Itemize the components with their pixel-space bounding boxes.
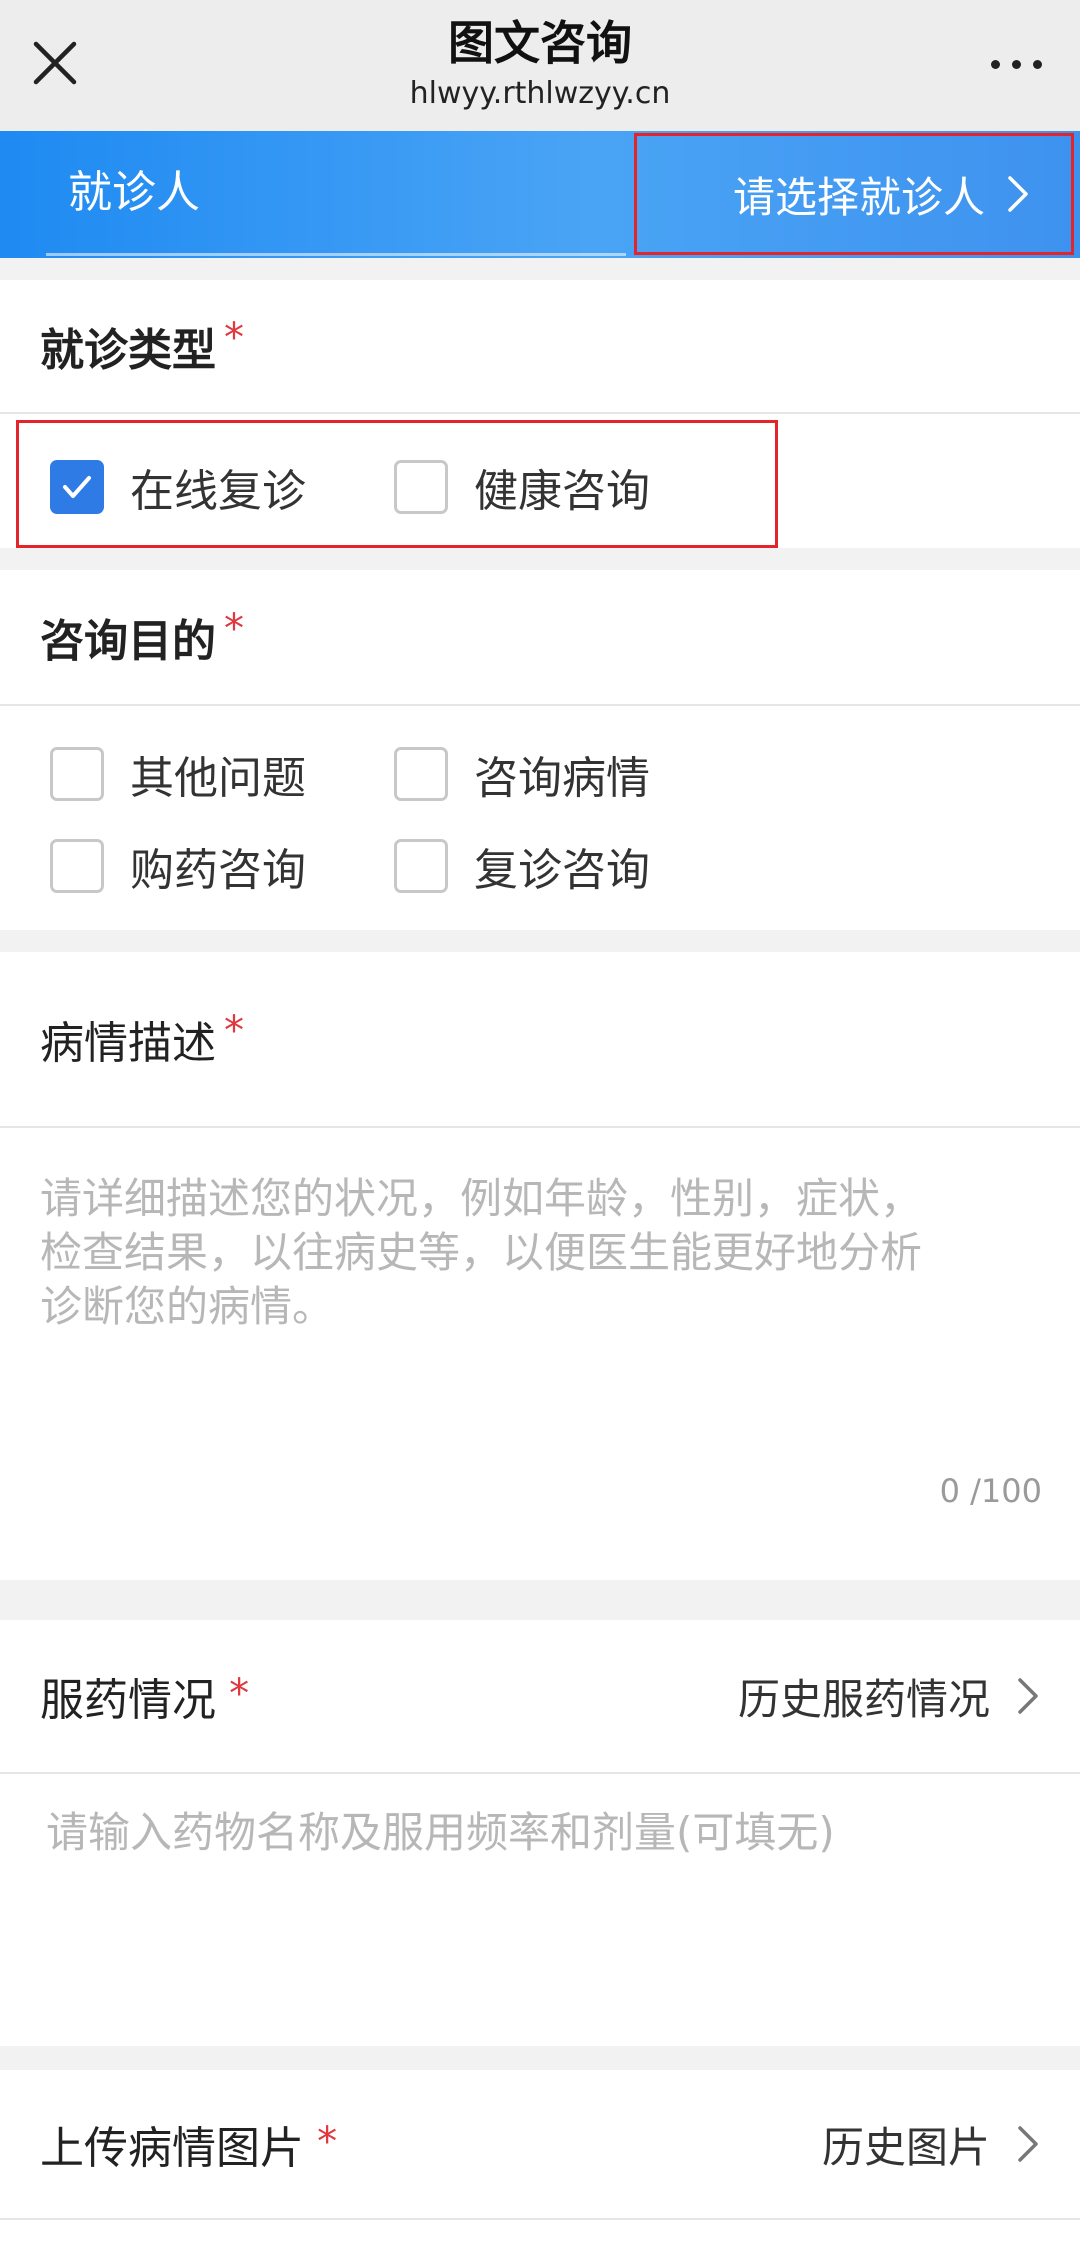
visit-type-section: 就诊类型 * 在线复诊 健康咨询 bbox=[0, 280, 1080, 548]
medication-title: 服药情况 bbox=[40, 1675, 216, 1726]
image-history-link[interactable]: 历史图片 bbox=[822, 2114, 1040, 2175]
option-label: 健康咨询 bbox=[474, 466, 650, 517]
purpose-option-revisit[interactable]: 复诊咨询 bbox=[394, 834, 650, 898]
page-title: 图文咨询 bbox=[448, 16, 632, 70]
checkbox[interactable] bbox=[394, 460, 448, 514]
medication-placeholder: 请输入药物名称及服用频率和剂量(可填无) bbox=[46, 1808, 835, 1857]
checkbox[interactable] bbox=[50, 460, 104, 514]
upload-title: 上传病情图片 bbox=[40, 2123, 304, 2174]
check-icon bbox=[63, 476, 91, 498]
purpose-title: 咨询目的 bbox=[40, 616, 216, 667]
description-textarea[interactable]: 请详细描述您的状况，例如年龄，性别，症状， 检查结果，以往病史等，以便医生能更好… bbox=[40, 1172, 1050, 1334]
upload-section: 上传病情图片 * 历史图片 bbox=[0, 2070, 1080, 2260]
description-section: 病情描述 * 请详细描述您的状况，例如年龄，性别，症状， 检查结果，以往病史等，… bbox=[0, 952, 1080, 1580]
required-star: * bbox=[229, 1671, 250, 1717]
purpose-option-medicine[interactable]: 购药咨询 bbox=[50, 834, 306, 898]
medication-section: 服药情况 * 历史服药情况 请输入药物名称及服用频率和剂量(可填无) bbox=[0, 1620, 1080, 2046]
checkbox[interactable] bbox=[50, 839, 104, 893]
option-label: 购药咨询 bbox=[130, 845, 306, 896]
description-title: 病情描述 bbox=[40, 1018, 216, 1069]
character-counter: 0 /100 bbox=[939, 1472, 1042, 1510]
description-placeholder: 诊断您的病情。 bbox=[40, 1282, 335, 1331]
chevron-right-icon bbox=[1018, 2126, 1038, 2162]
description-placeholder: 检查结果，以往病史等，以便医生能更好地分析 bbox=[40, 1228, 923, 1277]
title-block: 图文咨询 hlwyy.rthlwzyy.cn bbox=[0, 14, 1080, 114]
chevron-right-icon bbox=[1008, 176, 1028, 212]
description-placeholder: 请详细描述您的状况，例如年龄，性别，症状， bbox=[40, 1174, 923, 1223]
required-star: * bbox=[224, 1008, 244, 1054]
patient-bar: 就诊人 请选择就诊人 bbox=[0, 131, 1080, 258]
required-star: * bbox=[317, 2119, 338, 2165]
required-star: * bbox=[224, 606, 244, 652]
medication-history-text: 历史服药情况 bbox=[737, 1674, 990, 1724]
visit-type-option-online[interactable]: 在线复诊 bbox=[50, 455, 306, 519]
page-url: hlwyy.rthlwzyy.cn bbox=[409, 76, 671, 111]
option-label: 复诊咨询 bbox=[474, 845, 650, 896]
required-star: * bbox=[224, 315, 244, 361]
visit-type-option-health[interactable]: 健康咨询 bbox=[394, 455, 650, 519]
more-button[interactable] bbox=[976, 36, 1056, 92]
patient-label: 就诊人 bbox=[68, 167, 200, 218]
purpose-option-condition[interactable]: 咨询病情 bbox=[394, 742, 650, 806]
option-label: 咨询病情 bbox=[474, 753, 650, 804]
medication-history-link[interactable]: 历史服药情况 bbox=[738, 1666, 1040, 1727]
option-label: 在线复诊 bbox=[130, 466, 306, 517]
more-dot-icon bbox=[1011, 59, 1021, 69]
purpose-section: 咨询目的 * 其他问题 咨询病情 购药咨询 复诊咨询 bbox=[0, 570, 1080, 930]
checkbox[interactable] bbox=[394, 747, 448, 801]
visit-type-title: 就诊类型 bbox=[40, 325, 216, 376]
more-dot-icon bbox=[1032, 59, 1042, 69]
select-patient-button[interactable]: 请选择就诊人 bbox=[634, 133, 1074, 255]
medication-textarea[interactable]: 请输入药物名称及服用频率和剂量(可填无) bbox=[46, 1806, 1050, 1860]
title-bar: 图文咨询 hlwyy.rthlwzyy.cn bbox=[0, 0, 1080, 131]
image-history-text: 历史图片 bbox=[821, 2122, 990, 2172]
checkbox[interactable] bbox=[50, 747, 104, 801]
more-dot-icon bbox=[990, 59, 1000, 69]
option-label: 其他问题 bbox=[130, 753, 306, 804]
chevron-right-icon bbox=[1018, 1678, 1038, 1714]
purpose-option-other[interactable]: 其他问题 bbox=[50, 742, 306, 806]
patient-underline bbox=[46, 253, 626, 256]
select-patient-text: 请选择就诊人 bbox=[732, 172, 985, 222]
checkbox[interactable] bbox=[394, 839, 448, 893]
